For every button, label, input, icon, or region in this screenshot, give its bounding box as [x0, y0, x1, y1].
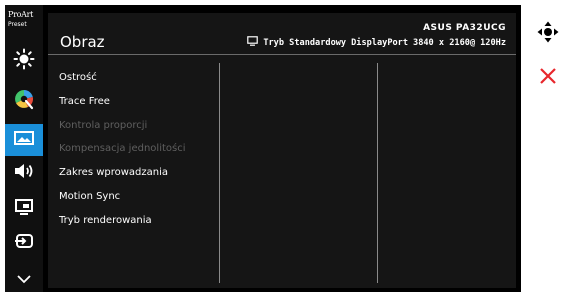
image-icon [14, 130, 34, 150]
menu-item-aspect-control: Kontrola proporcji [59, 119, 148, 131]
sidebar-item-color[interactable] [5, 85, 43, 117]
pip-icon [14, 198, 34, 220]
dpad-icon [537, 21, 559, 47]
mode-label: Tryb Standardowy [263, 37, 347, 48]
sidebar-item-brightness[interactable] [5, 45, 43, 77]
status-bar: Tryb Standardowy DisplayPort 3840 x 2160… [247, 36, 506, 49]
monitor-icon [247, 36, 259, 49]
menu-item-render-mode[interactable]: Tryb renderowania [59, 214, 186, 238]
logo-subtext: Preset [8, 21, 27, 28]
color-icon [13, 88, 35, 114]
menu-item-motion-sync[interactable]: Motion Sync [59, 190, 186, 214]
navigate-control[interactable] [537, 21, 559, 47]
sound-icon [13, 162, 35, 184]
column-divider-1 [219, 63, 220, 283]
header-divider [48, 54, 516, 55]
input-icon [14, 232, 34, 254]
logo-text: ProArt [8, 10, 34, 19]
sidebar-scroll-down[interactable] [5, 262, 43, 294]
model-name: ASUS PA32UCG [423, 23, 506, 33]
menu-list: Ostrość Trace Free Kontrola proporcji Ko… [59, 71, 186, 238]
sidebar-item-sound[interactable] [5, 157, 43, 189]
resolution-label: 3840 x 2160@ [413, 37, 476, 48]
menu-item-input-range[interactable]: Zakres wprowadzania [59, 166, 186, 190]
refresh-label: 120Hz [480, 37, 506, 48]
sidebar-item-input[interactable] [5, 227, 43, 259]
page-title: Obraz [60, 33, 105, 51]
main-panel: Obraz ASUS PA32UCG Tryb Standardowy Disp… [48, 13, 516, 288]
osd-window: ProArt Preset Obraz ASUS PA32UCG Tryb St… [5, 5, 521, 292]
proart-logo: ProArt Preset [8, 10, 40, 40]
menu-item-trace-free[interactable]: Trace Free [59, 95, 186, 119]
chevron-down-icon [16, 269, 32, 288]
close-icon [539, 67, 557, 89]
menu-item-uniformity-compensation: Kompensacja jednolitości [59, 143, 186, 155]
input-label: DisplayPort [351, 37, 409, 48]
menu-item-sharpness[interactable]: Ostrość [59, 71, 186, 95]
sidebar: ProArt Preset [5, 5, 43, 292]
column-divider-2 [377, 63, 378, 283]
sidebar-item-pip[interactable] [5, 193, 43, 225]
sidebar-item-image[interactable] [5, 124, 43, 156]
close-control[interactable] [537, 67, 559, 89]
brightness-icon [13, 48, 35, 74]
